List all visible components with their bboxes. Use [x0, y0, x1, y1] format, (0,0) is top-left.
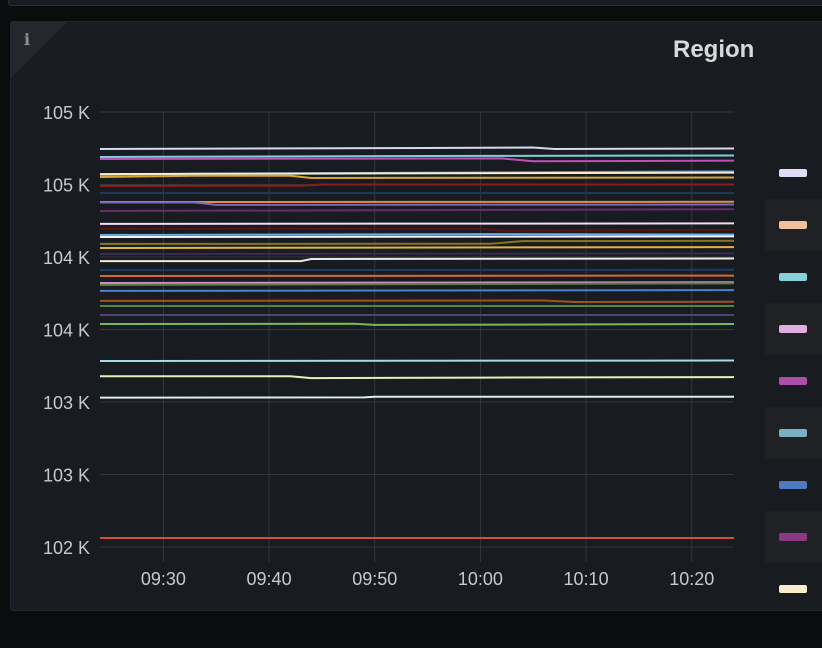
series-line	[100, 375, 735, 380]
legend-item[interactable]	[765, 407, 822, 459]
series-line	[99, 233, 735, 236]
y-tick-label: 104 K	[43, 248, 90, 268]
legend-swatch	[779, 169, 807, 177]
x-tick-label: 09:50	[352, 569, 397, 589]
legend	[765, 147, 822, 615]
y-tick-label: 104 K	[43, 321, 90, 341]
legend-swatch	[779, 377, 807, 385]
series-line	[99, 239, 735, 245]
series-line	[99, 359, 735, 362]
series-line	[99, 246, 735, 249]
series-line	[99, 174, 735, 180]
series-line	[99, 252, 735, 255]
y-tick-label: 103 K	[43, 466, 90, 486]
series-line	[99, 395, 734, 399]
series-line	[99, 235, 735, 238]
x-tick-label: 09:40	[247, 569, 292, 589]
legend-swatch	[779, 273, 807, 281]
series-line	[99, 289, 735, 292]
legend-item[interactable]	[765, 199, 822, 251]
legend-item[interactable]	[765, 563, 822, 615]
legend-item[interactable]	[765, 251, 822, 303]
legend-item[interactable]	[765, 459, 822, 511]
x-tick-label: 09:30	[141, 569, 186, 589]
legend-swatch	[779, 533, 807, 541]
series-line	[99, 154, 735, 158]
series-line	[99, 208, 735, 212]
series-line	[99, 299, 735, 304]
y-tick-label: 105 K	[43, 176, 90, 196]
legend-item[interactable]	[765, 355, 822, 407]
series-line	[99, 157, 735, 163]
series-line	[99, 222, 735, 225]
series-line	[100, 257, 735, 263]
legend-item[interactable]	[765, 511, 822, 563]
series-line	[99, 146, 735, 151]
x-tick-label: 10:00	[458, 569, 503, 589]
legend-swatch	[779, 325, 807, 333]
line-chart: 102 K 103 K 103 K 104 K 104 K 105 K 105 K 09:30…	[43, 103, 735, 589]
legend-swatch	[779, 481, 807, 489]
series-line	[99, 322, 735, 326]
legend-item[interactable]	[765, 147, 822, 199]
legend-item[interactable]	[765, 303, 822, 355]
y-tick-label: 102 K	[43, 538, 90, 558]
y-tick-label: 103 K	[43, 393, 90, 413]
x-tick-label: 10:20	[669, 569, 714, 589]
legend-swatch	[779, 429, 807, 437]
x-tick-label: 10:10	[564, 569, 609, 589]
legend-swatch	[779, 221, 807, 229]
legend-swatch	[779, 585, 807, 593]
series-line	[100, 227, 735, 232]
y-tick-label: 105 K	[43, 103, 90, 123]
